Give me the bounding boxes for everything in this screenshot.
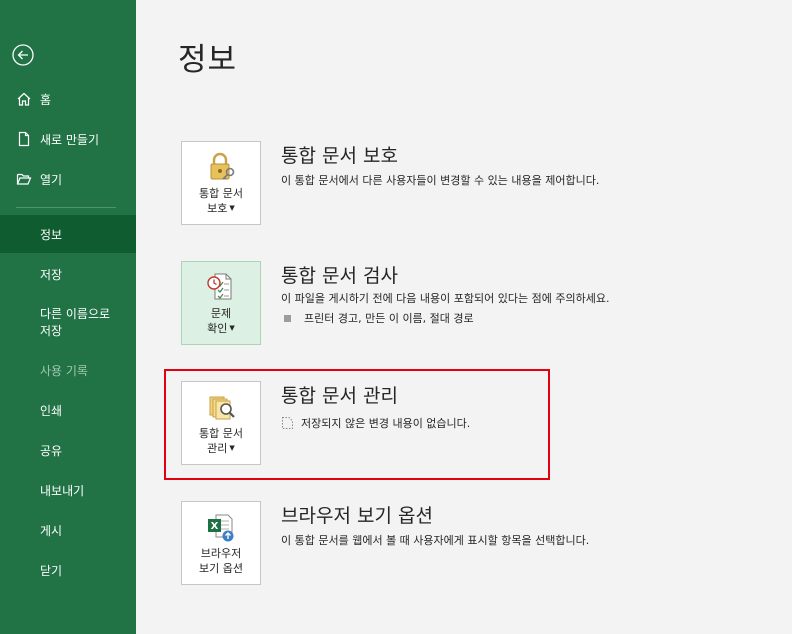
browser-description: 이 통합 문서를 웹에서 볼 때 사용자에게 표시할 항목을 선택합니다. [281, 534, 590, 547]
page-title: 정보 [178, 42, 238, 78]
back-arrow-icon[interactable] [12, 44, 34, 66]
nav-separator [16, 207, 116, 208]
highlight-box [164, 369, 550, 480]
dropdown-caret-icon: ▼ [229, 324, 235, 332]
home-icon [16, 91, 32, 107]
excel-web-icon: X [204, 510, 238, 544]
inspect-description: 이 파일을 게시하기 전에 다음 내용이 포함되어 있다는 점에 주의하세요. [281, 292, 610, 305]
protect-tile-line1: 통합 문서 [199, 187, 243, 200]
folder-open-icon [16, 171, 32, 187]
browser-view-options-button[interactable]: X 브라우저 보기 옵션 [181, 501, 261, 585]
nav-info[interactable]: 정보 [0, 215, 136, 253]
nav-save-as[interactable]: 다른 이름으로 저장 [0, 301, 136, 345]
dropdown-caret-icon: ▼ [229, 204, 235, 212]
nav-open-label: 열기 [40, 172, 63, 187]
nav-open[interactable]: 열기 [0, 160, 136, 198]
protect-heading: 통합 문서 보호 [281, 145, 398, 167]
nav-close[interactable]: 닫기 [0, 551, 136, 589]
protect-description: 이 통합 문서에서 다른 사용자들이 변경할 수 있는 내용을 제어합니다. [281, 174, 600, 187]
checklist-icon [204, 270, 238, 304]
nav-info-label: 정보 [40, 227, 63, 242]
nav-save-as-label: 다른 이름으로 저장 [40, 307, 111, 338]
browser-heading: 브라우저 보기 옵션 [281, 505, 433, 527]
nav-save[interactable]: 저장 [0, 255, 136, 293]
svg-text:X: X [211, 521, 219, 532]
nav-print-label: 인쇄 [40, 403, 63, 418]
protect-tile-line2: 보호 [207, 202, 228, 215]
browser-tile-line2: 보기 옵션 [199, 562, 243, 575]
browser-view-section: X 브라우저 보기 옵션 브라우저 보기 옵션 이 통합 문서를 웹에서 볼 때… [181, 501, 741, 589]
inspect-bullet-text: 프린터 경고, 만든 이 이름, 절대 경로 [304, 312, 474, 325]
nav-home[interactable]: 홈 [0, 80, 136, 118]
nav-publish-label: 게시 [40, 523, 63, 538]
nav-new-label: 새로 만들기 [40, 132, 100, 147]
nav-publish[interactable]: 게시 [0, 511, 136, 549]
nav-close-label: 닫기 [40, 563, 63, 578]
nav-share-label: 공유 [40, 443, 63, 458]
inspect-tile-line1: 문제 [210, 307, 232, 320]
nav-save-label: 저장 [40, 267, 63, 282]
bullet-square-icon [284, 314, 291, 322]
nav-export-label: 내보내기 [40, 483, 85, 498]
nav-new[interactable]: 새로 만들기 [0, 120, 136, 158]
browser-tile-line1: 브라우저 [200, 547, 242, 560]
lock-key-icon [204, 150, 238, 184]
new-document-icon [16, 131, 32, 147]
inspect-heading: 통합 문서 검사 [281, 265, 398, 287]
protect-workbook-section: 통합 문서 보호 ▼ 통합 문서 보호 이 통합 문서에서 다른 사용자들이 변경… [181, 141, 741, 229]
nav-history-label: 사용 기록 [40, 363, 88, 378]
nav-history: 사용 기록 [0, 351, 136, 389]
nav-export[interactable]: 내보내기 [0, 471, 136, 509]
check-for-issues-button[interactable]: 문제 확인 ▼ [181, 261, 261, 345]
inspect-workbook-section: 문제 확인 ▼ 통합 문서 검사 이 파일을 게시하기 전에 다음 내용이 포함되… [181, 261, 741, 349]
backstage-sidebar: 홈 새로 만들기 열기 정보 저장 다른 이름으로 저장 사용 기록 인쇄 공유… [0, 0, 136, 634]
protect-workbook-button[interactable]: 통합 문서 보호 ▼ [181, 141, 261, 225]
inspect-tile-line2: 확인 [207, 322, 228, 335]
nav-print[interactable]: 인쇄 [0, 391, 136, 429]
nav-home-label: 홈 [40, 92, 52, 107]
inspect-bullet: 프린터 경고, 만든 이 이름, 절대 경로 [281, 310, 474, 326]
nav-share[interactable]: 공유 [0, 431, 136, 469]
